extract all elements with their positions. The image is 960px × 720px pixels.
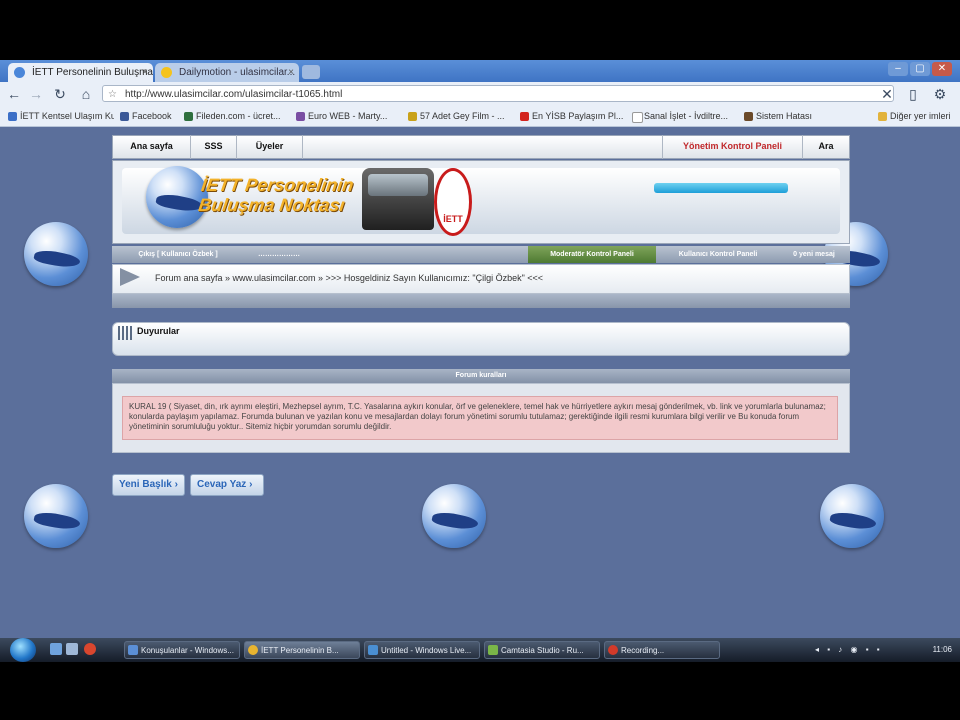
tab-close-icon[interactable]: × — [142, 63, 148, 82]
loading-icon — [14, 67, 25, 78]
new-topic-label: Yeni Başlık — [119, 479, 172, 490]
moderator-panel-link[interactable]: Moderatör Kontrol Paneli — [528, 246, 656, 263]
taskbar-item[interactable]: Recording... — [604, 641, 720, 659]
wrench-icon[interactable]: ⚙ — [930, 84, 950, 104]
start-button[interactable] — [10, 638, 36, 662]
tray-icons[interactable]: ◂ ▪ ♪ ◉ ▪ ▪ — [815, 645, 883, 654]
address-bar[interactable]: ☆ http://www.ulasimcilar.com/ulasimcilar… — [102, 85, 894, 102]
tab-close-icon[interactable]: × — [288, 63, 294, 82]
taskbar-item[interactable]: Camtasia Studio - Ru... — [484, 641, 600, 659]
taskbar-item[interactable]: Konuşulanlar - Windows... — [124, 641, 240, 659]
bookmark-favicon-icon — [8, 112, 17, 121]
switch-windows-icon[interactable] — [66, 643, 78, 655]
bookmark-item[interactable]: Facebook — [118, 108, 180, 124]
maximize-button[interactable]: ▢ — [910, 62, 930, 76]
bookmark-favicon-icon — [408, 112, 417, 121]
bookmark-item[interactable]: En YİSB Paylaşım Pl... — [518, 108, 626, 124]
home-icon[interactable]: ⌂ — [76, 84, 96, 104]
nav-home-link[interactable]: Ana sayfa — [113, 135, 191, 159]
camtasia-icon — [488, 645, 498, 655]
stop-icon[interactable]: ✕ — [877, 84, 897, 104]
rules-heading: Forum kuralları — [112, 369, 850, 383]
star-icon[interactable]: ☆ — [108, 86, 117, 103]
page-icon — [632, 112, 643, 123]
new-tab-button[interactable] — [302, 65, 320, 79]
facebook-icon — [120, 112, 129, 121]
subnav-link[interactable]: ……………… — [240, 246, 318, 263]
bird-logo-icon — [820, 484, 884, 548]
reload-icon[interactable]: ↻ — [50, 84, 70, 104]
reply-label: Cevap Yaz — [197, 479, 247, 490]
page-menu-icon[interactable]: ▯ — [903, 84, 923, 104]
clock[interactable]: 11:06 — [933, 641, 952, 659]
taskbar-item-active[interactable]: İETT Personelinin B... — [244, 641, 360, 659]
turkish-flag-icon — [520, 112, 529, 121]
chevron-right-icon: › — [174, 479, 178, 490]
record-icon — [608, 645, 618, 655]
chrome-icon[interactable] — [84, 643, 96, 655]
bookmark-item[interactable]: İETT Kentsel Ulaşım Ku... — [6, 108, 114, 124]
bookmark-item[interactable]: Sistem Hatası — [742, 108, 822, 124]
forum-list-icon — [118, 326, 132, 340]
divider-strip — [112, 294, 850, 308]
address-url: http://www.ulasimcilar.com/ulasimcilar-t… — [125, 89, 343, 100]
announcements-title[interactable]: Duyurular — [137, 326, 180, 336]
breadcrumb-text[interactable]: Forum ana sayfa » www.ulasimcilar.com » … — [155, 271, 845, 285]
new-topic-button[interactable]: Yeni Başlık › — [112, 474, 185, 496]
site-logo-text: İETT Personelinin Buluşma Noktası — [197, 175, 355, 215]
bookmark-item[interactable]: Euro WEB - Marty... — [294, 108, 402, 124]
other-bookmarks[interactable]: Diğer yer imleri — [876, 108, 960, 124]
folder-icon — [878, 112, 887, 121]
logout-link[interactable]: Çıkış [ Kullanıcı Özbek ] — [116, 246, 240, 263]
user-panel-link[interactable]: Kullanıcı Kontrol Paneli — [658, 246, 778, 263]
bird-logo-icon — [422, 484, 486, 548]
bird-logo-icon — [24, 484, 88, 548]
nav-sss-link[interactable]: SSS — [191, 135, 237, 159]
chevron-right-icon: › — [249, 479, 253, 490]
warning-icon — [161, 67, 172, 78]
bookmark-item[interactable]: Sanal İşlet - İvdiltre... — [630, 108, 738, 124]
arrow-icon — [120, 268, 140, 286]
taskbar-item[interactable]: Untitled - Windows Live... — [364, 641, 480, 659]
rules-text: KURAL 19 ( Siyaset, din, ırk ayrımı eleş… — [122, 396, 838, 440]
forward-icon[interactable]: → — [26, 84, 46, 104]
bookmark-favicon-icon — [744, 112, 753, 121]
chrome-icon — [248, 645, 258, 655]
reply-button[interactable]: Cevap Yaz › — [190, 474, 264, 496]
bookmark-favicon-icon — [184, 112, 193, 121]
nav-admin-panel-link[interactable]: Yönetim Kontrol Paneli — [662, 135, 803, 159]
browser-tab[interactable]: Dailymotion - ulasimcilar... × — [155, 63, 299, 82]
bookmark-item[interactable]: 57 Adet Gey Film - ... — [406, 108, 514, 124]
back-icon[interactable]: ← — [4, 84, 24, 104]
tab-title: İETT Personelinin Buluşma... — [32, 67, 153, 78]
bookmark-item[interactable]: Fileden.com - ücret... — [182, 108, 290, 124]
browser-tab-active[interactable]: İETT Personelinin Buluşma... × — [8, 63, 153, 82]
header-accent-bar — [654, 183, 788, 193]
minimize-button[interactable]: – — [888, 62, 908, 76]
show-desktop-icon[interactable] — [50, 643, 62, 655]
close-window-button[interactable]: ✕ — [932, 62, 952, 76]
bookmark-favicon-icon — [296, 112, 305, 121]
announcements-box — [112, 322, 850, 356]
nav-search-link[interactable]: Ara — [803, 135, 849, 159]
tab-title: Dailymotion - ulasimcilar... — [179, 67, 296, 78]
private-messages-link[interactable]: 0 yeni mesaj — [780, 246, 848, 263]
iett-badge: İETT — [434, 168, 472, 236]
nav-members-link[interactable]: Üyeler — [237, 135, 303, 159]
app-icon — [128, 645, 138, 655]
app-icon — [368, 645, 378, 655]
bird-logo-icon — [24, 222, 88, 286]
system-tray: ◂ ▪ ♪ ◉ ▪ ▪ 11:06 — [815, 641, 960, 659]
bus-windshield — [368, 174, 428, 196]
